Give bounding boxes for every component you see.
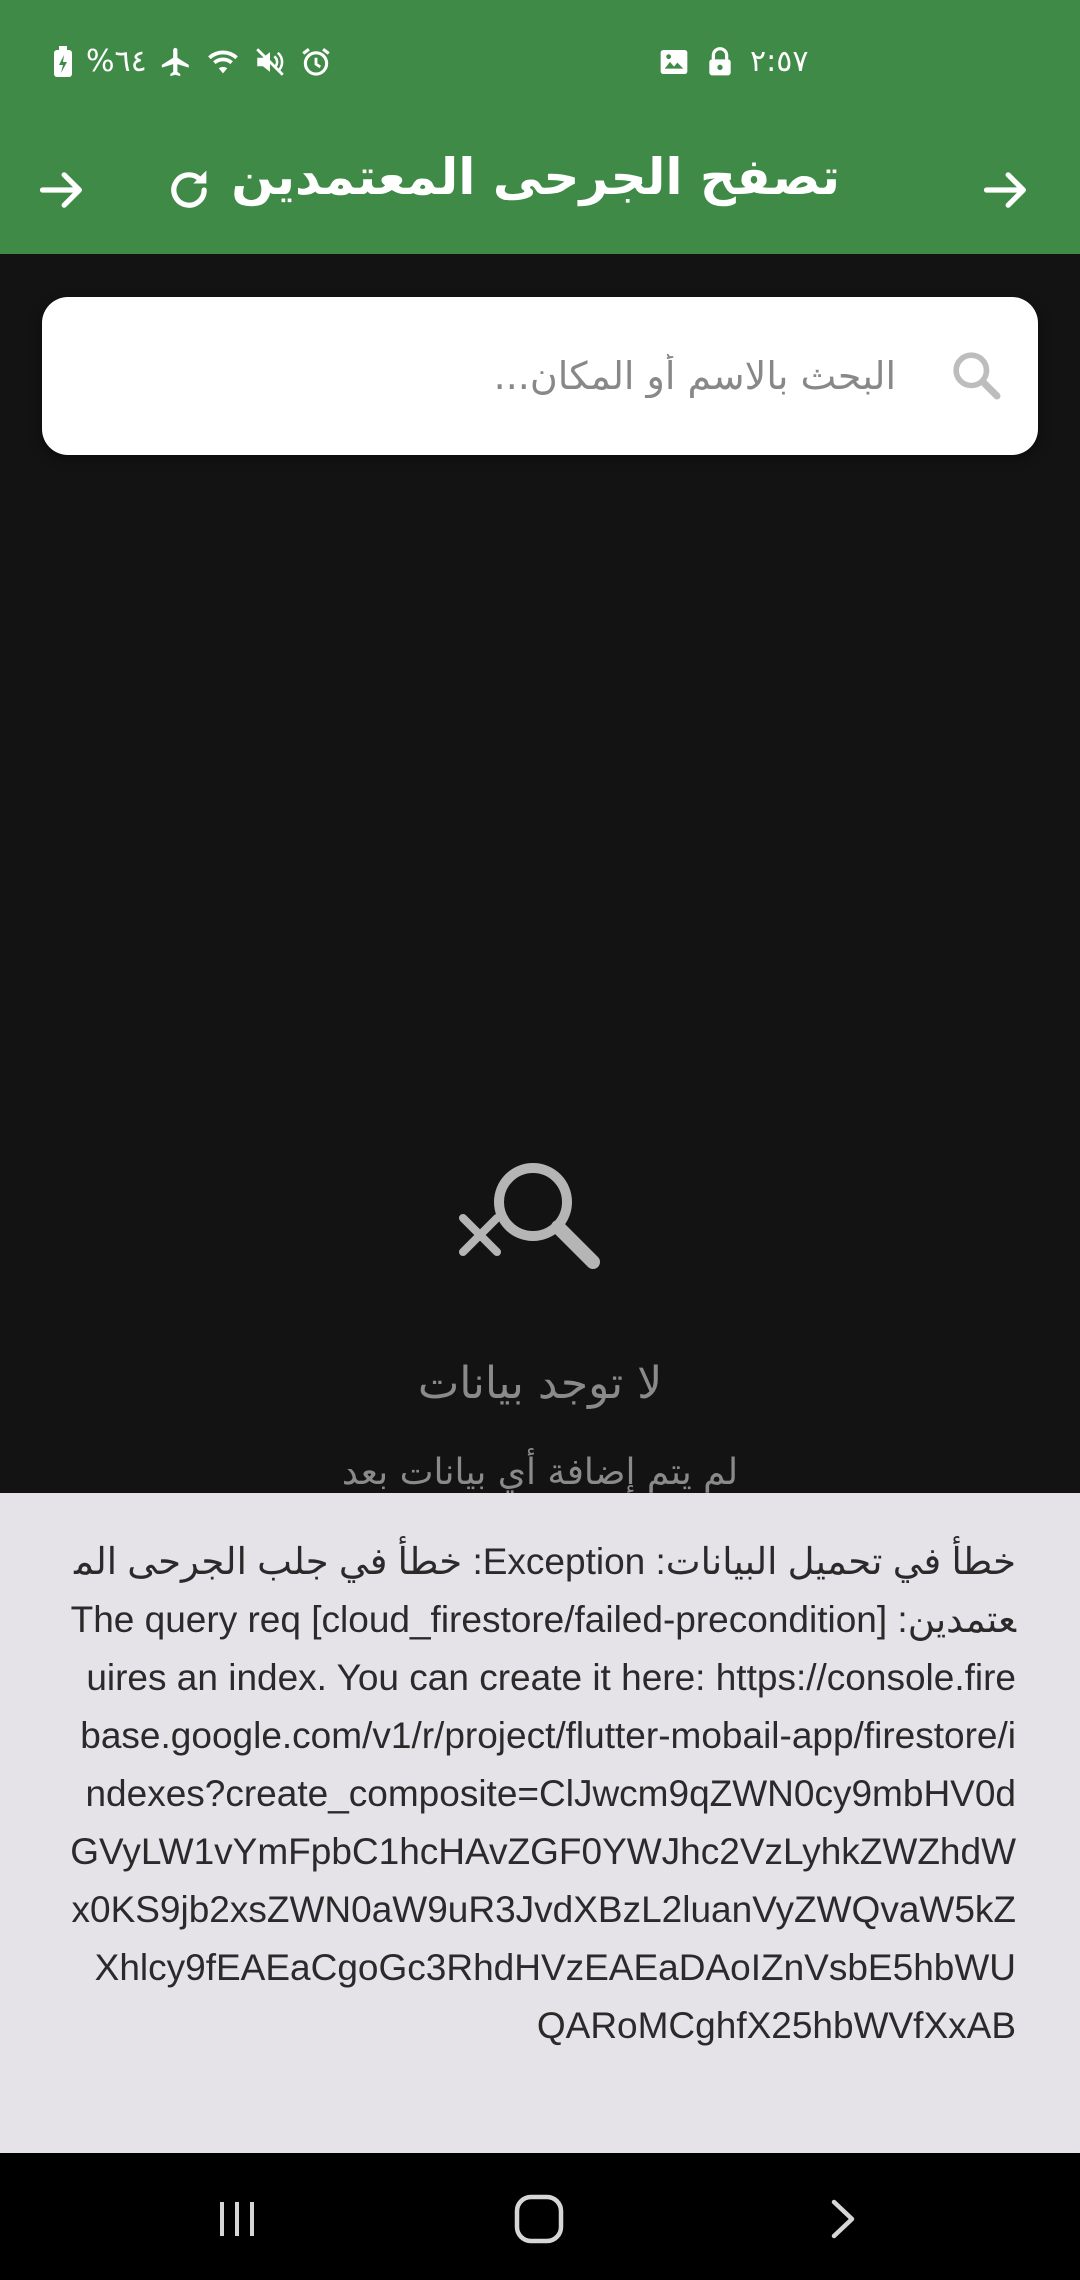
refresh-button[interactable]	[151, 154, 227, 230]
alarm-icon	[299, 45, 333, 79]
airplane-icon	[159, 45, 193, 79]
refresh-icon	[163, 164, 215, 220]
search-icon	[948, 347, 1004, 407]
status-bar: %٦٤ ٢:٥٧	[0, 0, 1080, 130]
lock-icon	[704, 46, 736, 78]
system-back-button[interactable]	[803, 2181, 883, 2261]
home-icon	[511, 2191, 567, 2251]
error-message: خطأ في تحميل البيانات: Exception: خطأ في…	[70, 1541, 1016, 2046]
battery-percentage: %٦٤	[86, 44, 147, 79]
back-chevron-icon	[818, 2194, 868, 2248]
back-button[interactable]	[24, 154, 100, 230]
navigation-bar	[0, 2153, 1080, 2280]
error-snackbar: خطأ في تحميل البيانات: Exception: خطأ في…	[0, 1493, 1080, 2153]
search-off-icon	[455, 1150, 605, 1294]
wifi-icon	[205, 45, 241, 79]
forward-button[interactable]	[968, 154, 1044, 230]
clock-time: ٢:٥٧	[750, 44, 809, 79]
search-input[interactable]	[134, 335, 898, 417]
status-icons-left: %٦٤	[52, 44, 333, 79]
page-title: تصفح الجرحى المعتمدين	[231, 148, 840, 206]
search-bar	[42, 297, 1038, 455]
recents-icon	[212, 2194, 262, 2248]
battery-icon	[52, 45, 74, 79]
app-bar: تصفح الجرحى المعتمدين	[0, 130, 1080, 254]
recents-button[interactable]	[197, 2181, 277, 2261]
empty-state-subtitle: لم يتم إضافة أي بيانات بعد	[341, 1452, 739, 1493]
empty-state-title: لا توجد بيانات	[417, 1358, 663, 1409]
status-icons-right: ٢:٥٧	[658, 44, 808, 79]
arrow-right-icon	[36, 164, 88, 220]
image-icon	[658, 46, 690, 78]
mute-icon	[253, 45, 287, 79]
arrow-right-icon	[980, 164, 1032, 220]
home-button[interactable]	[499, 2181, 579, 2261]
